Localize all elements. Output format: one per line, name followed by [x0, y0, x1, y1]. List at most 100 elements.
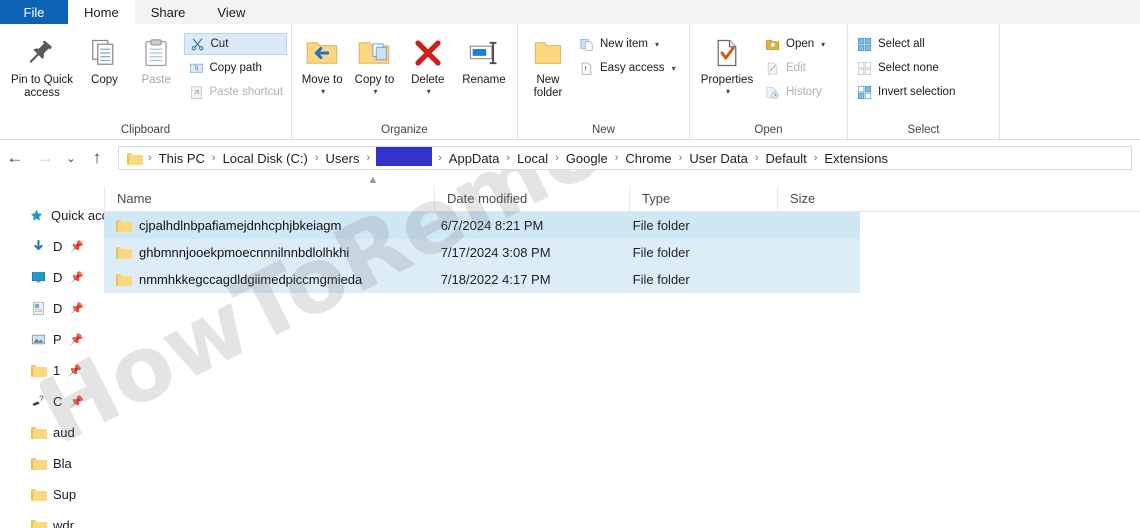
sidebar-item-aud[interactable]: aud: [0, 417, 104, 448]
address-bar: ← → ⌄ ↑ › This PC › Local Disk (C:) › Us…: [0, 141, 1140, 175]
paste-button[interactable]: Paste: [129, 28, 184, 87]
folder-icon: [30, 424, 47, 441]
sidebar-item-unknown-pinned[interactable]: ? C 📌: [0, 386, 104, 417]
breadcrumb-local-disk[interactable]: Local Disk (C:): [218, 151, 313, 166]
folder-icon: [30, 517, 47, 528]
breadcrumb-user-data[interactable]: User Data: [684, 151, 753, 166]
pin-to-quick-access-button[interactable]: Pin to Quick access: [4, 28, 80, 100]
breadcrumb-google[interactable]: Google: [561, 151, 613, 166]
select-all-button[interactable]: Select all: [852, 33, 959, 55]
chevron-down-icon: ▾: [373, 87, 378, 97]
sidebar-item-pictures[interactable]: P 📌: [0, 324, 104, 355]
breadcrumb-local[interactable]: Local: [512, 151, 553, 166]
pin-to-quick-access-label: Pin to Quick access: [11, 74, 74, 100]
rename-button[interactable]: Rename: [455, 28, 513, 87]
sidebar-item-pinned-folder[interactable]: 1 📌: [0, 355, 104, 386]
column-header-type[interactable]: Type: [629, 185, 777, 212]
edit-icon: [764, 60, 781, 77]
sidebar-item-label: Quick access: [51, 208, 104, 223]
copy-to-icon: [357, 32, 391, 74]
downloads-icon: [30, 238, 47, 255]
pin-icon: 📌: [68, 365, 82, 377]
breadcrumb-separator: ›: [614, 152, 619, 164]
sidebar-item-label: Sup: [53, 487, 77, 502]
star-icon: [28, 207, 45, 224]
sidebar-item-desktop[interactable]: D 📌: [0, 262, 104, 293]
tab-view[interactable]: View: [201, 0, 261, 24]
paste-shortcut-button[interactable]: Paste shortcut: [184, 81, 288, 103]
cut-button[interactable]: Cut: [183, 33, 288, 55]
breadcrumb-chrome[interactable]: Chrome: [620, 151, 676, 166]
unknown-icon: ?: [30, 393, 47, 410]
copy-path-button[interactable]: \\ Copy path: [184, 57, 288, 79]
copy-button[interactable]: Copy: [80, 28, 129, 87]
select-none-button[interactable]: Select none: [852, 57, 959, 79]
file-type-cell: File folder: [632, 245, 690, 260]
open-button[interactable]: Open ▾: [760, 33, 829, 55]
forward-button[interactable]: →: [30, 143, 60, 173]
paste-label: Paste: [141, 74, 171, 86]
up-button[interactable]: ↑: [82, 143, 112, 173]
file-name-label: cjpalhdlnbpafiamejdnhcphjbkeiagm: [139, 218, 342, 233]
easy-access-icon: f: [578, 60, 595, 77]
recent-locations-button[interactable]: ⌄: [60, 143, 82, 173]
column-header-size[interactable]: Size: [777, 185, 872, 212]
breadcrumb-default[interactable]: Default: [761, 151, 812, 166]
sidebar-item-downloads[interactable]: D 📌: [0, 231, 104, 262]
breadcrumb-this-pc[interactable]: This PC: [154, 151, 210, 166]
paste-shortcut-icon: [188, 84, 205, 101]
move-to-button[interactable]: Move to ▾: [296, 28, 348, 96]
sidebar-item-quick-access[interactable]: Quick access: [0, 200, 104, 231]
folder-icon: [30, 486, 47, 503]
cut-label: Cut: [210, 38, 229, 50]
new-folder-icon: [532, 32, 564, 74]
sidebar-item-bla[interactable]: Bla: [0, 448, 104, 479]
breadcrumb-extensions[interactable]: Extensions: [819, 151, 893, 166]
open-folder-icon: [764, 36, 781, 53]
table-row[interactable]: nmmhkkegccagdldgiimedpiccmgmieda 7/18/20…: [104, 266, 860, 293]
invert-selection-icon: [856, 84, 873, 101]
sidebar-item-label: Bla: [53, 456, 72, 471]
table-row[interactable]: cjpalhdlnbpafiamejdnhcphjbkeiagm 6/7/202…: [104, 212, 860, 239]
new-folder-button[interactable]: New folder: [522, 28, 574, 100]
properties-button[interactable]: Properties ▾: [694, 28, 760, 96]
history-button[interactable]: History: [760, 81, 829, 103]
invert-selection-button[interactable]: Invert selection: [852, 81, 959, 103]
breadcrumb-users[interactable]: Users: [321, 151, 365, 166]
new-item-button[interactable]: New item ▾: [574, 33, 680, 55]
edit-button[interactable]: Edit: [760, 57, 829, 79]
ribbon: Pin to Quick access Copy Paste Cut \\ Co…: [0, 24, 1140, 140]
sidebar-item-label: wdr: [53, 518, 74, 528]
file-explorer-window: File Home Share View Pin to Quick access: [0, 0, 1140, 528]
tab-file[interactable]: File: [0, 0, 68, 24]
easy-access-button[interactable]: f Easy access ▾: [574, 57, 680, 79]
open-small-commands: Open ▾ Edit History: [760, 28, 829, 103]
folder-glyph: [31, 426, 47, 439]
copy-to-button[interactable]: Copy to ▾: [348, 28, 400, 96]
file-name-label: ghbmnnjooekpmoecnnnilnnbdlolhkhi: [139, 245, 350, 260]
desktop-icon: [30, 269, 47, 286]
table-row[interactable]: ghbmnnjooekpmoecnnnilnnbdlolhkhi 7/17/20…: [104, 239, 860, 266]
tab-home[interactable]: Home: [68, 0, 135, 24]
pin-icon: [27, 32, 57, 74]
column-header-date-modified[interactable]: Date modified: [434, 185, 629, 212]
pin-icon: 📌: [69, 334, 84, 346]
back-button[interactable]: ←: [0, 143, 30, 173]
delete-button[interactable]: Delete ▾: [401, 28, 455, 96]
ribbon-group-clipboard: Pin to Quick access Copy Paste Cut \\ Co…: [0, 24, 292, 139]
breadcrumb[interactable]: › This PC › Local Disk (C:) › Users › › …: [118, 146, 1132, 170]
ribbon-group-new: New folder New item ▾ f Easy access ▾ Ne…: [518, 24, 690, 139]
invert-selection-label: Invert selection: [878, 86, 956, 98]
breadcrumb-appdata[interactable]: AppData: [444, 151, 505, 166]
column-header-name-label: Name: [117, 191, 152, 206]
pin-icon: 📌: [70, 272, 85, 284]
column-header-name[interactable]: Name: [104, 185, 434, 212]
breadcrumb-username-redacted[interactable]: [372, 147, 436, 169]
sidebar-item-sup[interactable]: Sup: [0, 479, 104, 510]
sidebar-item-documents[interactable]: D 📌: [0, 293, 104, 324]
history-icon: [764, 84, 781, 101]
new-item-icon: [578, 36, 595, 53]
tab-share[interactable]: Share: [135, 0, 202, 24]
sidebar-item-wdr[interactable]: wdr: [0, 510, 104, 528]
new-folder-label: New folder: [533, 74, 563, 100]
